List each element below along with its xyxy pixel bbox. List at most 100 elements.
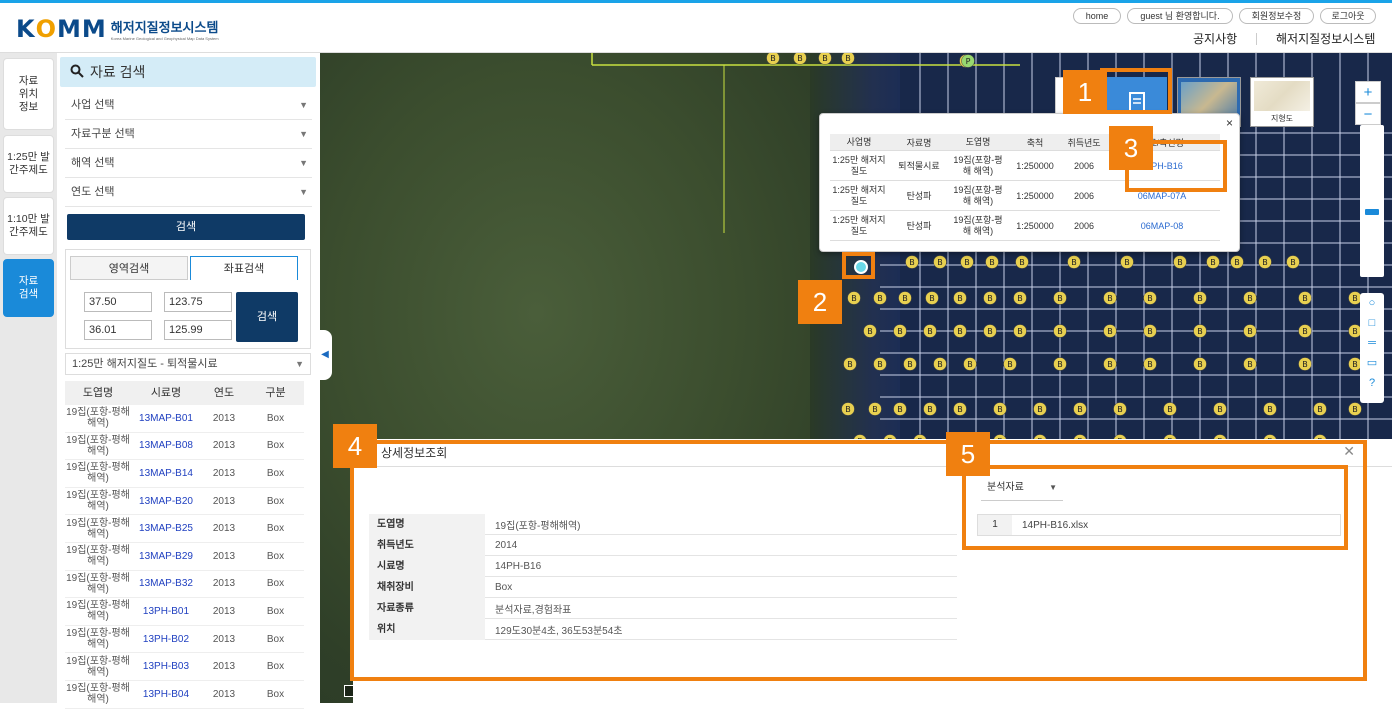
station-marker[interactable]: B: [1243, 291, 1257, 305]
station-marker[interactable]: B: [953, 324, 967, 338]
tab-250k-map[interactable]: 1:25만 발간주제도: [3, 135, 54, 193]
station-marker[interactable]: B: [847, 291, 861, 305]
station-marker[interactable]: B: [1193, 324, 1207, 338]
cell-sample[interactable]: 13MAP-B01: [131, 413, 201, 424]
station-marker[interactable]: P: [961, 54, 975, 68]
table-row[interactable]: 19집(포항-평해 해역) 13MAP-B20 2013 Box: [65, 488, 304, 516]
table-row[interactable]: 19집(포항-평해 해역) 13MAP-B32 2013 Box: [65, 571, 304, 599]
zoom-handle[interactable]: [1365, 209, 1379, 215]
popup-cell-name[interactable]: 06MAP-08: [1104, 221, 1220, 231]
sea-area-select[interactable]: 해역 선택 ▼: [65, 149, 312, 178]
station-marker[interactable]: B: [1258, 255, 1272, 269]
zoom-in-button[interactable]: +: [1355, 81, 1381, 103]
station-marker[interactable]: B: [868, 402, 882, 416]
station-marker[interactable]: B: [873, 291, 887, 305]
station-marker[interactable]: B: [1230, 255, 1244, 269]
station-marker[interactable]: B: [1013, 291, 1027, 305]
station-marker[interactable]: B: [893, 402, 907, 416]
station-marker[interactable]: B: [1120, 255, 1134, 269]
station-marker[interactable]: B: [993, 402, 1007, 416]
station-marker[interactable]: B: [1286, 255, 1300, 269]
station-marker[interactable]: B: [898, 291, 912, 305]
lat2-input[interactable]: 36.01: [84, 320, 152, 340]
station-marker[interactable]: B: [793, 53, 807, 65]
screen-icon[interactable]: ▭: [1360, 353, 1384, 373]
station-marker[interactable]: B: [863, 324, 877, 338]
station-marker[interactable]: B: [1243, 324, 1257, 338]
lon2-input[interactable]: 125.99: [164, 320, 232, 340]
cell-sample[interactable]: 13MAP-B14: [131, 468, 201, 479]
station-marker[interactable]: B: [1015, 255, 1029, 269]
popup-cell-name[interactable]: 06MAP-07A: [1104, 191, 1220, 201]
station-marker[interactable]: B: [1313, 402, 1327, 416]
lat1-input[interactable]: 37.50: [84, 292, 152, 312]
station-marker[interactable]: B: [1213, 402, 1227, 416]
tab-data-search[interactable]: 자료 검색: [3, 259, 54, 317]
station-marker[interactable]: B: [985, 255, 999, 269]
coord-search-button[interactable]: 검색: [236, 292, 298, 342]
close-icon[interactable]: ×: [1226, 116, 1233, 130]
station-marker[interactable]: B: [1206, 255, 1220, 269]
tab-100k-map[interactable]: 1:10만 발간주제도: [3, 197, 54, 255]
cell-sample[interactable]: 13PH-B03: [131, 661, 201, 672]
table-row[interactable]: 19집(포항-평해 해역) 13MAP-B14 2013 Box: [65, 460, 304, 488]
station-marker[interactable]: B: [1298, 357, 1312, 371]
table-row[interactable]: 19집(포항-평해 해역) 13MAP-B29 2013 Box: [65, 543, 304, 571]
station-marker[interactable]: B: [1243, 357, 1257, 371]
station-marker[interactable]: B: [933, 357, 947, 371]
logout-button[interactable]: 로그아웃: [1320, 8, 1376, 24]
cell-sample[interactable]: 13PH-B04: [131, 689, 201, 700]
station-marker[interactable]: B: [960, 255, 974, 269]
cell-sample[interactable]: 13PH-B01: [131, 606, 201, 617]
station-marker[interactable]: B: [1298, 324, 1312, 338]
panel-collapse-button[interactable]: ◀: [318, 330, 332, 380]
logo[interactable]: KOMM 해저지질정보시스템 Korea Marine Geological a…: [16, 15, 219, 43]
station-marker[interactable]: B: [963, 357, 977, 371]
tab-area-search[interactable]: 영역검색: [70, 256, 188, 280]
station-marker[interactable]: B: [873, 357, 887, 371]
table-row[interactable]: 19집(포항-평해 해역) 13MAP-B25 2013 Box: [65, 515, 304, 543]
cell-sample[interactable]: 13MAP-B29: [131, 551, 201, 562]
station-marker[interactable]: B: [905, 255, 919, 269]
station-marker[interactable]: B: [766, 53, 780, 65]
station-marker[interactable]: B: [818, 53, 832, 65]
table-row[interactable]: 19집(포항-평해 해역) 13MAP-B08 2013 Box: [65, 433, 304, 461]
station-marker[interactable]: B: [1103, 324, 1117, 338]
station-marker[interactable]: B: [843, 357, 857, 371]
station-marker[interactable]: B: [953, 402, 967, 416]
station-marker[interactable]: B: [953, 291, 967, 305]
station-marker[interactable]: B: [841, 402, 855, 416]
station-marker[interactable]: B: [1003, 357, 1017, 371]
station-marker[interactable]: B: [1053, 357, 1067, 371]
station-marker[interactable]: B: [1013, 324, 1027, 338]
tab-location-info[interactable]: 자료 위치 정보: [3, 58, 54, 130]
data-type-select[interactable]: 자료구분 선택 ▼: [65, 120, 312, 149]
lon1-input[interactable]: 123.75: [164, 292, 232, 312]
cell-sample[interactable]: 13MAP-B25: [131, 523, 201, 534]
cell-sample[interactable]: 13MAP-B32: [131, 578, 201, 589]
station-marker[interactable]: B: [1073, 402, 1087, 416]
station-marker[interactable]: B: [1348, 402, 1362, 416]
zoom-out-button[interactable]: −: [1355, 103, 1381, 125]
menu-system[interactable]: 해저지질정보시스템: [1276, 30, 1375, 47]
help-icon[interactable]: ?: [1360, 373, 1384, 393]
station-marker[interactable]: B: [1053, 324, 1067, 338]
station-marker[interactable]: B: [1143, 324, 1157, 338]
year-select[interactable]: 연도 선택 ▼: [65, 178, 312, 207]
project-select[interactable]: 사업 선택 ▼: [65, 91, 312, 120]
station-marker[interactable]: B: [925, 291, 939, 305]
cell-sample[interactable]: 13MAP-B20: [131, 496, 201, 507]
basemap-terrain[interactable]: 지형도: [1250, 77, 1314, 127]
table-row[interactable]: 19집(포항-평해 해역) 13MAP-B01 2013 Box: [65, 405, 304, 433]
station-marker[interactable]: B: [983, 324, 997, 338]
cell-sample[interactable]: 13MAP-B08: [131, 440, 201, 451]
table-row[interactable]: 19집(포항-평해 해역) 13PH-B01 2013 Box: [65, 598, 304, 626]
station-marker[interactable]: B: [1053, 291, 1067, 305]
station-marker[interactable]: B: [1263, 402, 1277, 416]
station-marker[interactable]: B: [983, 291, 997, 305]
station-marker[interactable]: B: [1103, 291, 1117, 305]
station-marker[interactable]: B: [923, 402, 937, 416]
profile-button[interactable]: 회원정보수정: [1239, 8, 1314, 24]
fullscreen-icon[interactable]: □: [1360, 313, 1384, 333]
station-marker[interactable]: B: [903, 357, 917, 371]
